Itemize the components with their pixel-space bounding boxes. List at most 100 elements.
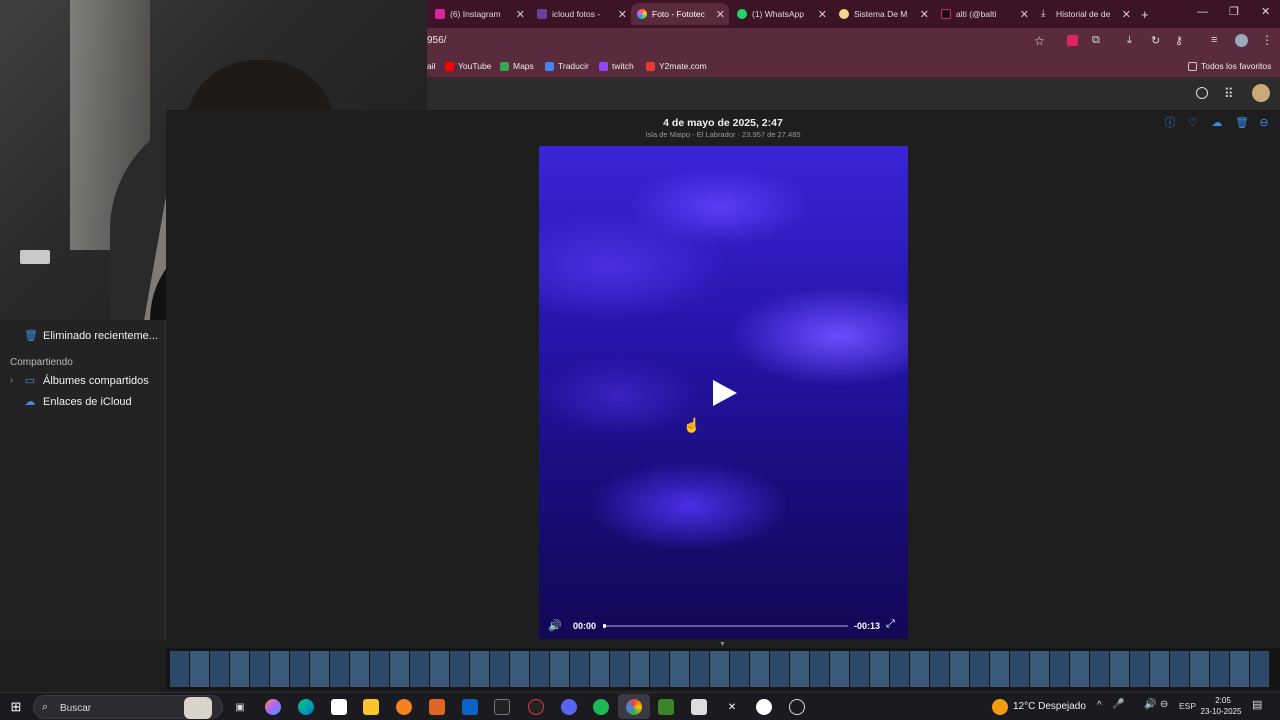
- task-view-icon[interactable]: ▣: [232, 699, 248, 715]
- chevron-down-icon[interactable]: ▼: [719, 641, 726, 648]
- thumbnail[interactable]: [250, 651, 269, 687]
- progress-track[interactable]: [603, 625, 848, 627]
- thumbnail[interactable]: [230, 651, 249, 687]
- thumbnail[interactable]: [530, 651, 549, 687]
- tab-tiktok[interactable]: alti (@balti ✕: [935, 3, 1033, 25]
- maximize-button[interactable]: ❐: [1229, 5, 1239, 18]
- thumbnail[interactable]: [190, 651, 209, 687]
- edge-icon[interactable]: [298, 699, 314, 715]
- bookmark-item[interactable]: ail: [427, 61, 436, 71]
- tab-historial[interactable]: ⤓ Historial de de ✕: [1035, 3, 1135, 25]
- thumbnail[interactable]: [830, 651, 849, 687]
- minecraft-icon[interactable]: [658, 699, 674, 715]
- notifications-icon[interactable]: ▤: [1252, 698, 1262, 711]
- sidebar-item-icloud-links[interactable]: ☁ Enlaces de iCloud: [24, 396, 132, 408]
- thumbnail[interactable]: [1170, 651, 1189, 687]
- window-close-button[interactable]: ✕: [1261, 5, 1270, 18]
- thumbnail[interactable]: [330, 651, 349, 687]
- profile-icon[interactable]: [1235, 34, 1248, 47]
- sidebar-item-deleted[interactable]: 🗑 Eliminado recienteme...: [24, 330, 158, 342]
- thumbnail[interactable]: [790, 651, 809, 687]
- thumbnail[interactable]: [1110, 651, 1129, 687]
- thumbnail[interactable]: [770, 651, 789, 687]
- close-icon[interactable]: ✕: [618, 8, 627, 21]
- thumbnail[interactable]: [490, 651, 509, 687]
- thumbnail[interactable]: [870, 651, 889, 687]
- bookmark-y2mate[interactable]: Y2mate.com: [646, 61, 707, 71]
- close-icon[interactable]: ✕: [818, 8, 827, 21]
- thumbnail[interactable]: [1010, 651, 1029, 687]
- key-icon[interactable]: ⚷: [1175, 34, 1183, 47]
- app-icon[interactable]: [756, 699, 772, 715]
- file-explorer-icon[interactable]: [363, 699, 379, 715]
- thumbnail[interactable]: [1050, 651, 1069, 687]
- thumbnail[interactable]: [390, 651, 409, 687]
- tab-whatsapp[interactable]: (1) WhatsApp ✕: [731, 3, 831, 25]
- thumbnail[interactable]: [930, 651, 949, 687]
- apps-grid-icon[interactable]: ⠿: [1224, 86, 1233, 102]
- thumbnail[interactable]: [890, 651, 909, 687]
- language-indicator[interactable]: ESP: [1179, 701, 1196, 711]
- thumbnail[interactable]: [370, 651, 389, 687]
- weather-text[interactable]: 12°C Despejado: [1013, 701, 1086, 712]
- star-icon[interactable]: ☆: [1034, 34, 1045, 48]
- search-box[interactable]: ⌕ Buscar: [33, 695, 223, 719]
- thumbnail[interactable]: [1150, 651, 1169, 687]
- copilot-icon[interactable]: [265, 699, 281, 715]
- bookmark-traducir[interactable]: Traducir: [545, 61, 589, 71]
- menu-icon[interactable]: ⋮: [1261, 33, 1273, 47]
- thumbnail[interactable]: [290, 651, 309, 687]
- thumbnail[interactable]: [690, 651, 709, 687]
- thumbnail[interactable]: [590, 651, 609, 687]
- thumbnail[interactable]: [470, 651, 489, 687]
- trash-icon[interactable]: 🗑: [1235, 117, 1249, 129]
- thumbnail[interactable]: [810, 651, 829, 687]
- tab-sistema[interactable]: Sistema De M ✕: [833, 3, 933, 25]
- discord-icon[interactable]: [561, 699, 577, 715]
- store-icon[interactable]: [331, 699, 347, 715]
- mic-icon[interactable]: 🎤: [1112, 699, 1124, 710]
- history-icon[interactable]: ↻: [1151, 34, 1160, 47]
- app-icon[interactable]: [429, 699, 445, 715]
- close-icon[interactable]: ✕: [1020, 8, 1029, 21]
- spotify-icon[interactable]: [593, 699, 609, 715]
- volume-icon[interactable]: 🔊: [1144, 699, 1156, 710]
- bookmark-maps[interactable]: Maps: [500, 61, 534, 71]
- avatar[interactable]: [1252, 84, 1270, 102]
- minimize-button[interactable]: —: [1197, 6, 1208, 18]
- thumbnail[interactable]: [850, 651, 869, 687]
- tab-instagram[interactable]: (6) Instagram ✕: [429, 3, 529, 25]
- thumbnail[interactable]: [610, 651, 629, 687]
- new-tab-button[interactable]: +: [1135, 3, 1153, 25]
- thumbnail[interactable]: [1130, 651, 1149, 687]
- bookmark-youtube[interactable]: YouTube: [445, 61, 491, 71]
- thumbnail[interactable]: [350, 651, 369, 687]
- thumbnail[interactable]: [730, 651, 749, 687]
- bookmark-twitch[interactable]: twitch: [599, 61, 634, 71]
- network-icon[interactable]: ⊖: [1160, 699, 1168, 710]
- chrome-icon[interactable]: [626, 699, 642, 715]
- thumbnail[interactable]: [550, 651, 569, 687]
- thumbnail[interactable]: [750, 651, 769, 687]
- tab-foto-fototeca[interactable]: Foto - Fototec ✕: [631, 3, 729, 25]
- thumbnail[interactable]: [1230, 651, 1249, 687]
- close-icon[interactable]: ✕: [1122, 8, 1131, 21]
- thumbnail[interactable]: [270, 651, 289, 687]
- app-icon[interactable]: ✕: [724, 699, 740, 715]
- thumbnail[interactable]: [170, 651, 189, 687]
- thumbnail[interactable]: [510, 651, 529, 687]
- thumbnail[interactable]: [710, 651, 729, 687]
- close-icon[interactable]: ✕: [716, 8, 725, 21]
- thumbnail[interactable]: [970, 651, 989, 687]
- heart-icon[interactable]: ♡: [1187, 117, 1199, 129]
- windows-start-icon[interactable]: ⊞: [8, 699, 24, 715]
- info-icon[interactable]: ⓘ: [1164, 117, 1176, 129]
- media-icon[interactable]: ≡: [1211, 34, 1217, 46]
- thumbnail[interactable]: [950, 651, 969, 687]
- thumbnail[interactable]: [310, 651, 329, 687]
- thumbnail[interactable]: [1030, 651, 1049, 687]
- all-bookmarks[interactable]: Todos los favoritos: [1188, 61, 1271, 71]
- thumbnail[interactable]: [410, 651, 429, 687]
- thumbnail[interactable]: [1250, 651, 1269, 687]
- thumbnail[interactable]: [570, 651, 589, 687]
